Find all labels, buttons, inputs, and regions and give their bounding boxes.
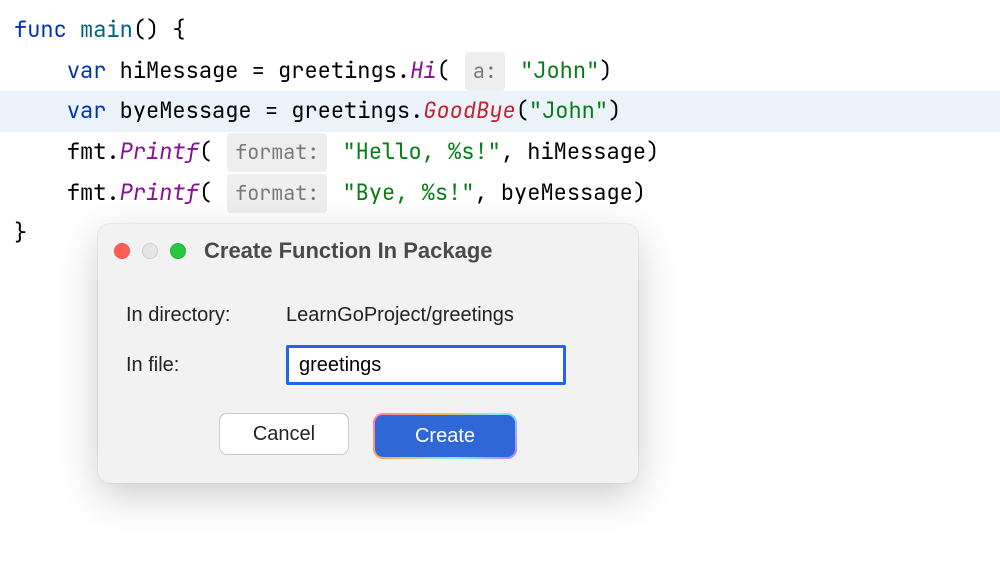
assign-op: = xyxy=(252,96,292,125)
directory-row: In directory: LearnGoProject/greetings xyxy=(126,304,610,327)
create-button[interactable]: Create xyxy=(375,415,515,457)
pkg-greetings: greetings xyxy=(291,96,410,125)
paren: ( xyxy=(436,56,462,85)
dot: . xyxy=(410,96,423,125)
directory-label: In directory: xyxy=(126,304,286,327)
arg-bye-message: byeMessage xyxy=(501,178,633,207)
paren: () { xyxy=(133,15,186,44)
param-hint-a: a: xyxy=(465,52,505,91)
param-hint-format: format: xyxy=(227,133,327,172)
func-name-main: main xyxy=(80,15,133,44)
directory-value: LearnGoProject/greetings xyxy=(286,304,514,327)
keyword-func: func xyxy=(14,15,67,44)
dialog-buttons: Cancel Create xyxy=(126,413,610,459)
keyword-var: var xyxy=(67,56,107,85)
string-john: "John" xyxy=(520,56,599,85)
string-hello-fmt: "Hello, %s!" xyxy=(342,137,500,166)
close-brace: } xyxy=(14,218,27,247)
code-line: fmt.Printf( format: "Bye, %s!", byeMessa… xyxy=(0,173,1000,214)
paren: ( xyxy=(199,178,225,207)
pkg-fmt: fmt xyxy=(67,178,107,207)
dot: . xyxy=(397,56,410,85)
window-traffic-lights xyxy=(114,243,186,259)
minimize-icon xyxy=(142,243,158,259)
string-bye-fmt: "Bye, %s!" xyxy=(342,178,474,207)
code-line-highlighted: var byeMessage = greetings.GoodBye("John… xyxy=(0,91,1000,132)
keyword-var: var xyxy=(67,96,107,125)
paren: ) xyxy=(608,96,621,125)
assign-op: = xyxy=(238,56,278,85)
code-editor[interactable]: func main() { var hiMessage = greetings.… xyxy=(0,0,1000,254)
dialog-titlebar: Create Function In Package xyxy=(98,224,638,274)
file-row: In file: xyxy=(126,345,610,385)
cancel-button[interactable]: Cancel xyxy=(219,413,349,455)
method-goodbye-unresolved: GoodBye xyxy=(423,96,515,125)
dot: . xyxy=(106,178,119,207)
code-line: func main() { xyxy=(0,10,1000,51)
dot: . xyxy=(106,137,119,166)
paren: ( xyxy=(199,137,225,166)
var-bye-message: byeMessage xyxy=(120,96,252,125)
pkg-greetings: greetings xyxy=(278,56,397,85)
zoom-icon[interactable] xyxy=(170,243,186,259)
paren: ) xyxy=(599,56,612,85)
param-hint-format: format: xyxy=(227,174,327,213)
method-printf: Printf xyxy=(120,178,199,207)
comma: , xyxy=(501,137,527,166)
paren: ( xyxy=(516,96,529,125)
create-function-dialog: Create Function In Package In directory:… xyxy=(98,224,638,483)
string-john: "John" xyxy=(529,96,608,125)
dialog-body: In directory: LearnGoProject/greetings I… xyxy=(98,274,638,483)
var-hi-message: hiMessage xyxy=(120,56,239,85)
file-input-wrap xyxy=(286,345,610,385)
code-line: var hiMessage = greetings.Hi( a: "John") xyxy=(0,51,1000,92)
dialog-title: Create Function In Package xyxy=(204,238,493,264)
arg-hi-message: hiMessage xyxy=(527,137,646,166)
create-button-focus-ring: Create xyxy=(373,413,517,459)
method-hi: Hi xyxy=(410,56,436,85)
file-name-input[interactable] xyxy=(286,345,566,385)
method-printf: Printf xyxy=(120,137,199,166)
paren: ) xyxy=(646,137,659,166)
close-icon[interactable] xyxy=(114,243,130,259)
paren: ) xyxy=(633,178,646,207)
file-label: In file: xyxy=(126,354,286,377)
code-line: fmt.Printf( format: "Hello, %s!", hiMess… xyxy=(0,132,1000,173)
pkg-fmt: fmt xyxy=(67,137,107,166)
comma: , xyxy=(474,178,500,207)
